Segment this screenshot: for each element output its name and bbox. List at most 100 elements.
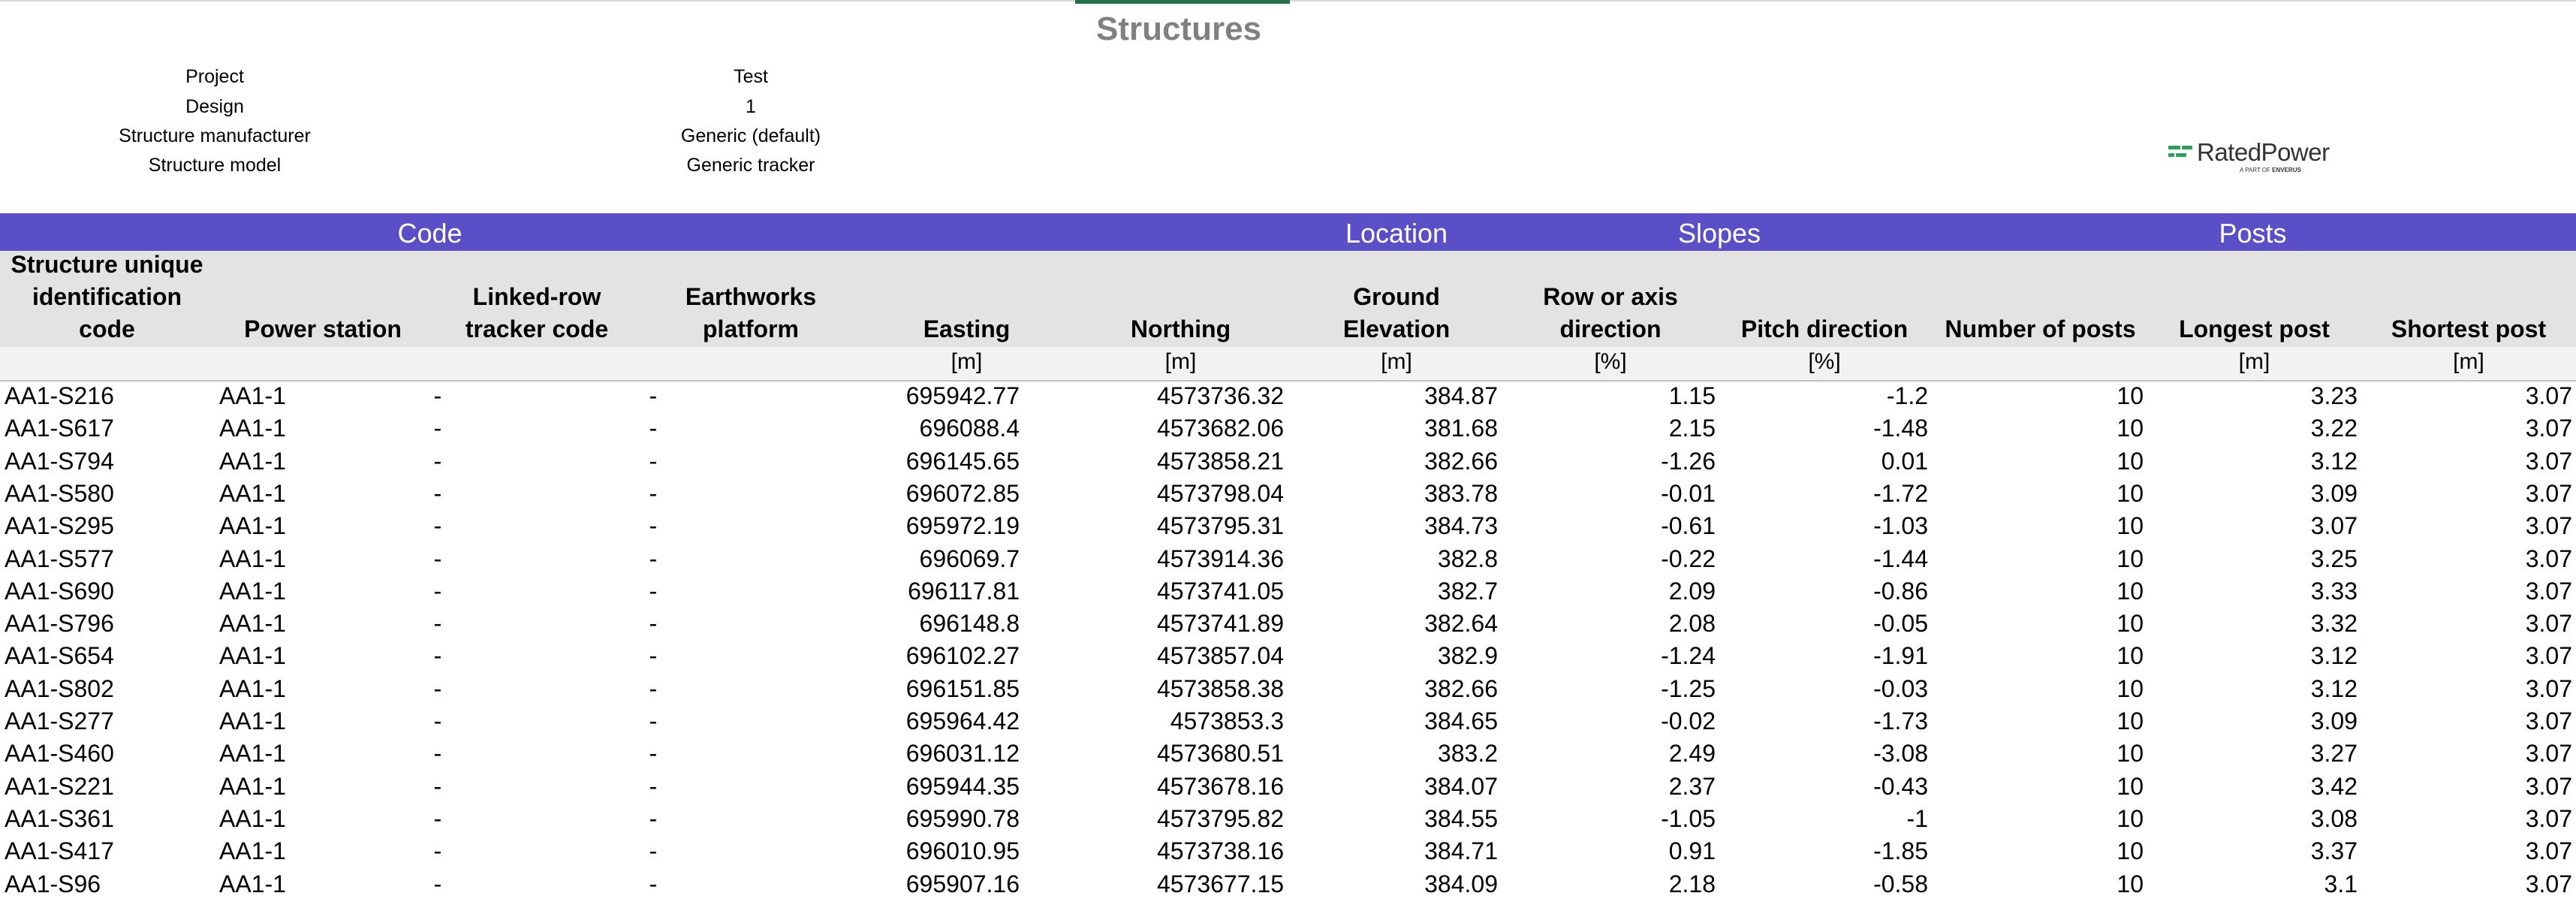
cell-row-direction[interactable]: -0.22 [1505,545,1716,573]
cell-structure-uid[interactable]: AA1-S277 [5,707,215,735]
cell-number-of-posts[interactable]: 10 [1933,545,2144,573]
cell-linked-row[interactable]: - [423,674,453,703]
cell-earthworks[interactable]: - [638,577,668,605]
header-longest-post[interactable]: Longest post [2147,313,2361,345]
cell-easting[interactable]: 696088.4 [860,414,1020,442]
cell-structure-uid[interactable]: AA1-S216 [5,382,215,410]
cell-earthworks[interactable]: - [638,545,668,573]
cell-row-direction[interactable]: 2.37 [1505,772,1716,801]
cell-row-direction[interactable]: 1.15 [1505,382,1716,410]
cell-elevation[interactable]: 384.87 [1288,382,1498,410]
cell-power-station[interactable]: AA1-1 [219,707,429,735]
cell-pitch[interactable]: -1.03 [1716,511,1928,540]
cell-power-station[interactable]: AA1-1 [219,511,429,540]
cell-longest-post[interactable]: 3.1 [2147,870,2358,898]
cell-power-station[interactable]: AA1-1 [219,414,429,442]
cell-shortest-post[interactable]: 3.07 [2361,414,2572,442]
cell-pitch[interactable]: -3.08 [1716,739,1928,768]
cell-number-of-posts[interactable]: 10 [1933,382,2144,410]
cell-easting[interactable]: 696117.81 [860,577,1020,605]
cell-easting[interactable]: 696102.27 [860,641,1020,670]
cell-number-of-posts[interactable]: 10 [1933,479,2144,508]
cell-earthworks[interactable]: - [638,837,668,865]
cell-shortest-post[interactable]: 3.07 [2361,707,2572,735]
cell-northing[interactable]: 4573858.21 [1074,447,1284,475]
cell-linked-row[interactable]: - [423,545,453,573]
cell-easting[interactable]: 695972.19 [860,511,1020,540]
cell-pitch[interactable]: -0.05 [1716,609,1928,638]
cell-longest-post[interactable]: 3.25 [2147,545,2358,573]
header-row-direction[interactable]: Row or axis direction [1505,281,1716,345]
cell-number-of-posts[interactable]: 10 [1933,804,2144,833]
cell-pitch[interactable]: -1.48 [1716,414,1928,442]
cell-structure-uid[interactable]: AA1-S580 [5,479,215,508]
cell-elevation[interactable]: 384.55 [1288,804,1498,833]
cell-longest-post[interactable]: 3.09 [2147,707,2358,735]
cell-structure-uid[interactable]: AA1-S221 [5,772,215,801]
cell-longest-post[interactable]: 3.33 [2147,577,2358,605]
cell-number-of-posts[interactable]: 10 [1933,577,2144,605]
cell-structure-uid[interactable]: AA1-S654 [5,641,215,670]
cell-northing[interactable]: 4573853.3 [1074,707,1284,735]
cell-easting[interactable]: 695964.42 [860,707,1020,735]
cell-number-of-posts[interactable]: 10 [1933,414,2144,442]
cell-pitch[interactable]: -1.2 [1716,382,1928,410]
cell-linked-row[interactable]: - [423,609,453,638]
cell-longest-post[interactable]: 3.09 [2147,479,2358,508]
header-pitch-direction[interactable]: Pitch direction [1716,313,1933,345]
cell-shortest-post[interactable]: 3.07 [2361,804,2572,833]
cell-linked-row[interactable]: - [423,739,453,768]
cell-power-station[interactable]: AA1-1 [219,674,429,703]
cell-elevation[interactable]: 382.66 [1288,447,1498,475]
cell-longest-post[interactable]: 3.12 [2147,447,2358,475]
cell-structure-uid[interactable]: AA1-S361 [5,804,215,833]
cell-power-station[interactable]: AA1-1 [219,577,429,605]
cell-pitch[interactable]: -0.58 [1716,870,1928,898]
header-power-station[interactable]: Power station [214,313,432,345]
cell-shortest-post[interactable]: 3.07 [2361,511,2572,540]
cell-number-of-posts[interactable]: 10 [1933,837,2144,865]
cell-linked-row[interactable]: - [423,382,453,410]
cell-easting[interactable]: 696031.12 [860,739,1020,768]
cell-number-of-posts[interactable]: 10 [1933,641,2144,670]
cell-earthworks[interactable]: - [638,382,668,410]
cell-longest-post[interactable]: 3.12 [2147,674,2358,703]
header-structure-uid[interactable]: Structure unique identification code [0,249,214,345]
cell-northing[interactable]: 4573795.82 [1074,804,1284,833]
cell-linked-row[interactable]: - [423,414,453,442]
cell-row-direction[interactable]: 2.49 [1505,739,1716,768]
cell-linked-row[interactable]: - [423,577,453,605]
header-earthworks-platform[interactable]: Earthworks platform [642,281,860,345]
header-number-of-posts[interactable]: Number of posts [1933,313,2147,345]
cell-elevation[interactable]: 383.2 [1288,739,1498,768]
cell-northing[interactable]: 4573795.31 [1074,511,1284,540]
header-linked-row[interactable]: Linked-row tracker code [432,281,642,345]
cell-longest-post[interactable]: 3.23 [2147,382,2358,410]
cell-northing[interactable]: 4573678.16 [1074,772,1284,801]
cell-longest-post[interactable]: 3.07 [2147,511,2358,540]
cell-number-of-posts[interactable]: 10 [1933,739,2144,768]
cell-northing[interactable]: 4573738.16 [1074,837,1284,865]
cell-northing[interactable]: 4573858.38 [1074,674,1284,703]
cell-shortest-post[interactable]: 3.07 [2361,674,2572,703]
cell-northing[interactable]: 4573680.51 [1074,739,1284,768]
cell-northing[interactable]: 4573677.15 [1074,870,1284,898]
cell-shortest-post[interactable]: 3.07 [2361,545,2572,573]
cell-earthworks[interactable]: - [638,870,668,898]
cell-northing[interactable]: 4573736.32 [1074,382,1284,410]
cell-earthworks[interactable]: - [638,641,668,670]
cell-row-direction[interactable]: 2.09 [1505,577,1716,605]
cell-linked-row[interactable]: - [423,707,453,735]
cell-pitch[interactable]: -1.72 [1716,479,1928,508]
cell-easting[interactable]: 695942.77 [860,382,1020,410]
cell-easting[interactable]: 696072.85 [860,479,1020,508]
cell-number-of-posts[interactable]: 10 [1933,609,2144,638]
cell-row-direction[interactable]: 2.18 [1505,870,1716,898]
cell-structure-uid[interactable]: AA1-S417 [5,837,215,865]
cell-elevation[interactable]: 382.64 [1288,609,1498,638]
cell-structure-uid[interactable]: AA1-S577 [5,545,215,573]
cell-longest-post[interactable]: 3.22 [2147,414,2358,442]
cell-linked-row[interactable]: - [423,804,453,833]
cell-easting[interactable]: 695990.78 [860,804,1020,833]
cell-pitch[interactable]: -1.85 [1716,837,1928,865]
